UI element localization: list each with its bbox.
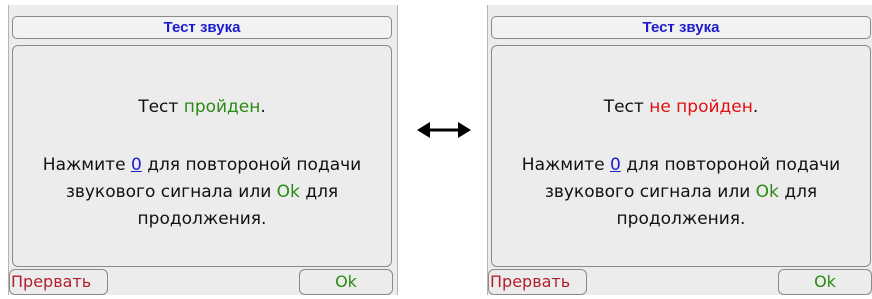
- sound-test-screen-failed: Тест звука Тест не пройден. Нажмите 0 дл…: [487, 5, 872, 295]
- repeat-key-link[interactable]: 0: [610, 155, 621, 175]
- ok-button[interactable]: Ok: [778, 269, 872, 295]
- instruction-text: Нажмите 0 для повтороной подачи звуковог…: [13, 152, 391, 233]
- repeat-key-link[interactable]: 0: [131, 155, 142, 175]
- instr-prefix: Нажмите: [521, 155, 605, 175]
- ok-key-text: Ok: [276, 182, 300, 202]
- result-line: Тест не пройден.: [492, 96, 870, 118]
- abort-button[interactable]: Прервать: [488, 269, 587, 295]
- result-prefix: Тест: [138, 97, 179, 117]
- result-prefix: Тест: [603, 97, 644, 117]
- screen-title: Тест звука: [12, 16, 392, 39]
- screen-title: Тест звука: [491, 16, 871, 39]
- abort-button[interactable]: Прервать: [9, 269, 108, 295]
- result-line: Тест пройден.: [13, 96, 391, 118]
- result-suffix: .: [260, 97, 266, 117]
- result-suffix: .: [752, 97, 759, 117]
- result-status-passed: пройден: [183, 97, 261, 117]
- instruction-text: Нажмите 0 для повтороной подачи звуковог…: [492, 152, 870, 233]
- instr-prefix: Нажмите: [42, 155, 126, 175]
- message-box: Тест пройден. Нажмите 0 для повтороной п…: [12, 45, 392, 267]
- ok-key-text: Ok: [755, 182, 779, 202]
- double-headed-arrow-icon: [417, 122, 471, 138]
- message-box: Тест не пройден. Нажмите 0 для повтороно…: [491, 45, 871, 267]
- ok-button[interactable]: Ok: [299, 269, 393, 295]
- sound-test-screen-passed: Тест звука Тест пройден. Нажмите 0 для п…: [8, 5, 398, 295]
- result-status-failed: не пройден: [649, 97, 753, 117]
